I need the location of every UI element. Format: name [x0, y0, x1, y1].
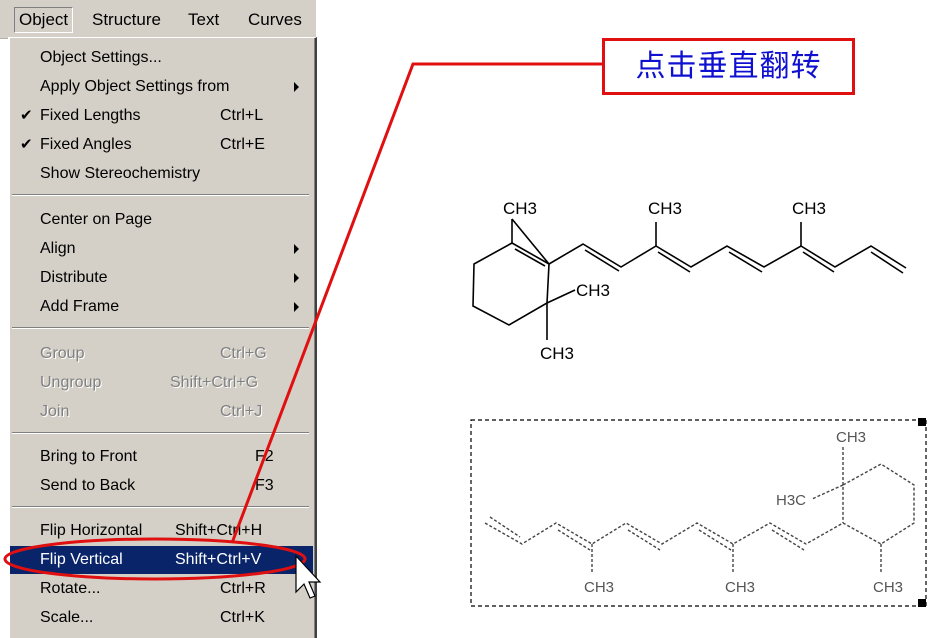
methyl-label: CH3	[648, 199, 682, 218]
methyl-label: CH3	[540, 344, 574, 363]
methyl-label: CH3	[792, 199, 826, 218]
methyl-label: CH3	[584, 579, 614, 596]
methyl-label: CH3	[873, 579, 903, 596]
selection-handle[interactable]	[918, 599, 926, 607]
methyl-label: CH3	[576, 281, 610, 300]
selection-frame	[470, 419, 927, 607]
annotation-ellipse	[3, 537, 307, 581]
methyl-label: CH3	[503, 199, 537, 218]
methyl-label: CH3	[836, 429, 866, 446]
molecule-flipped-selection[interactable]: CH3 H3C CH3 CH3 CH3	[470, 418, 927, 607]
canvas-overlay: CH3 CH3 CH3 CH3 CH3 CH3 H3C CH3 CH3 CH3	[3, 62, 927, 607]
methyl-label: CH3	[725, 579, 755, 596]
methyl-label: H3C	[776, 492, 806, 509]
selection-handle[interactable]	[918, 418, 926, 426]
mouse-cursor-icon	[295, 554, 322, 599]
molecule-original	[472, 218, 907, 340]
